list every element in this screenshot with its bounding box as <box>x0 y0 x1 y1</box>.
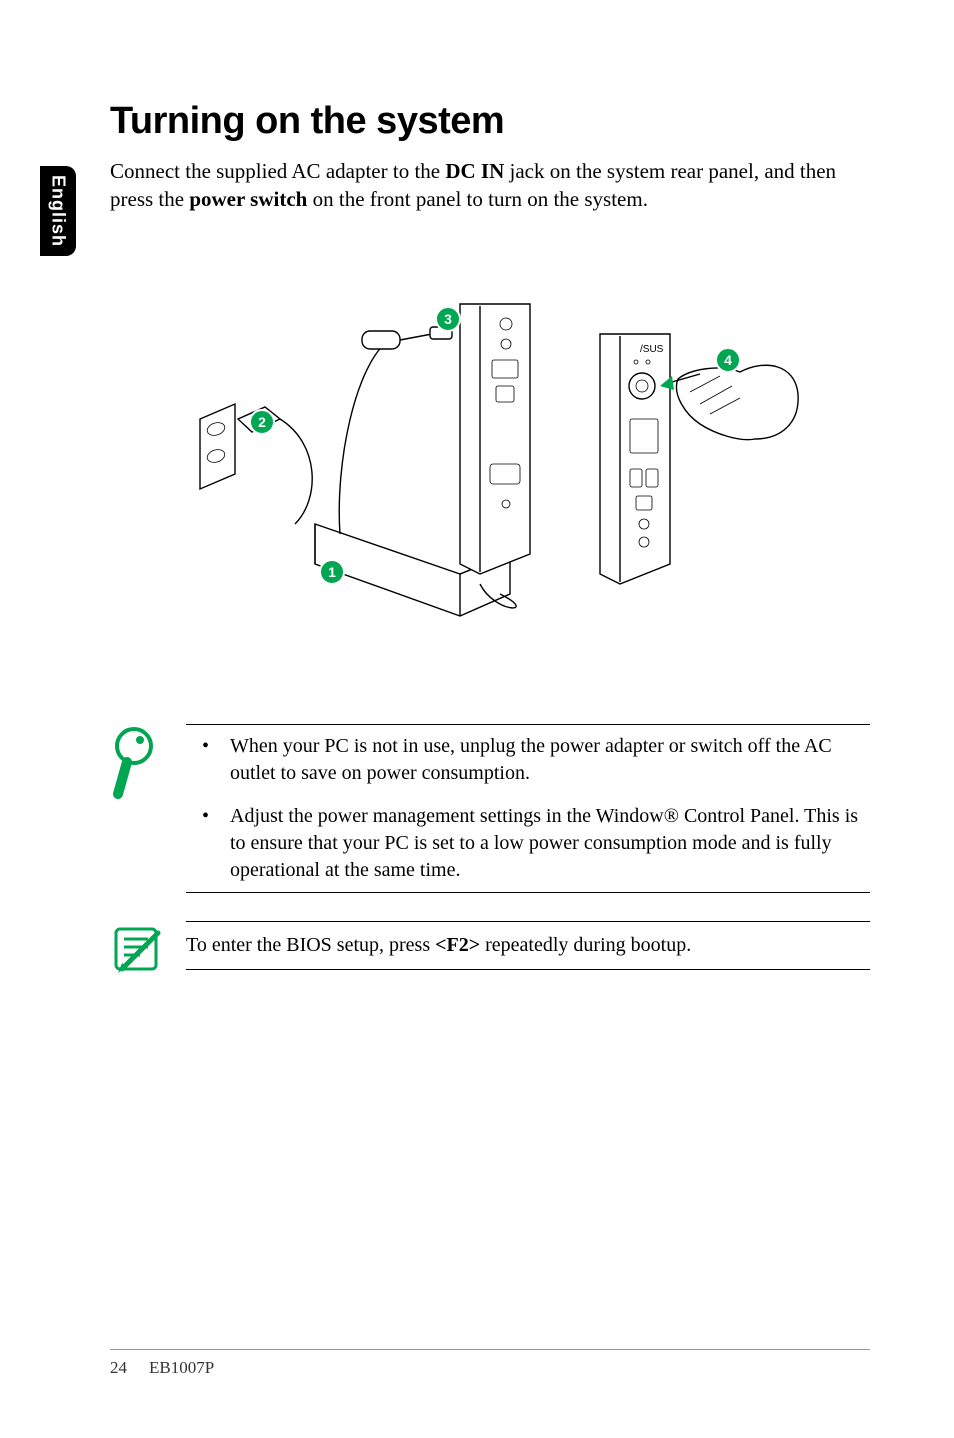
intro-paragraph: Connect the supplied AC adapter to the D… <box>110 157 870 214</box>
device-front-icon: /SUS <box>600 334 670 584</box>
svg-text:3: 3 <box>444 311 452 327</box>
intro-text-3: on the front panel to turn on the system… <box>307 187 648 211</box>
tip-note: When your PC is not in use, unplug the p… <box>110 724 870 893</box>
tip-bullet-2: Adjust the power management settings in … <box>212 795 870 892</box>
device-rear-icon <box>460 304 530 574</box>
bios-text-2: repeatedly during bootup. <box>480 934 691 956</box>
page-number: 24 <box>110 1358 127 1378</box>
notes-section: When your PC is not in use, unplug the p… <box>110 724 870 982</box>
label-4: 4 <box>716 348 740 372</box>
svg-text:2: 2 <box>258 414 266 430</box>
wall-outlet-icon <box>200 404 235 489</box>
intro-bold-dcin: DC IN <box>445 159 504 183</box>
bios-text-1: To enter the BIOS setup, press <box>186 934 435 956</box>
main-content: Turning on the system Connect the suppli… <box>110 100 870 1010</box>
label-3: 3 <box>436 307 460 331</box>
hand-icon <box>677 365 799 439</box>
language-tab: English <box>40 166 76 256</box>
setup-diagram-svg: /SUS <box>180 264 800 664</box>
svg-text:1: 1 <box>328 564 336 580</box>
intro-text-1: Connect the supplied AC adapter to the <box>110 159 445 183</box>
label-2: 2 <box>250 410 274 434</box>
bios-note: To enter the BIOS setup, press <F2> repe… <box>110 921 870 982</box>
bios-key: <F2> <box>435 934 480 956</box>
tip-bullet-1: When your PC is not in use, unplug the p… <box>212 725 870 795</box>
language-tab-label: English <box>48 175 69 247</box>
model-name: EB1007P <box>149 1358 214 1378</box>
intro-bold-power: power switch <box>189 187 307 211</box>
brand-label: /SUS <box>640 344 664 355</box>
svg-text:4: 4 <box>724 352 732 368</box>
magnifier-icon <box>110 724 166 809</box>
label-1: 1 <box>320 560 344 584</box>
page-footer: 24 EB1007P <box>110 1349 870 1378</box>
page-title: Turning on the system <box>110 100 870 143</box>
note-pencil-icon <box>110 921 166 982</box>
plug-icon <box>238 407 312 524</box>
setup-diagram: /SUS <box>110 264 870 664</box>
